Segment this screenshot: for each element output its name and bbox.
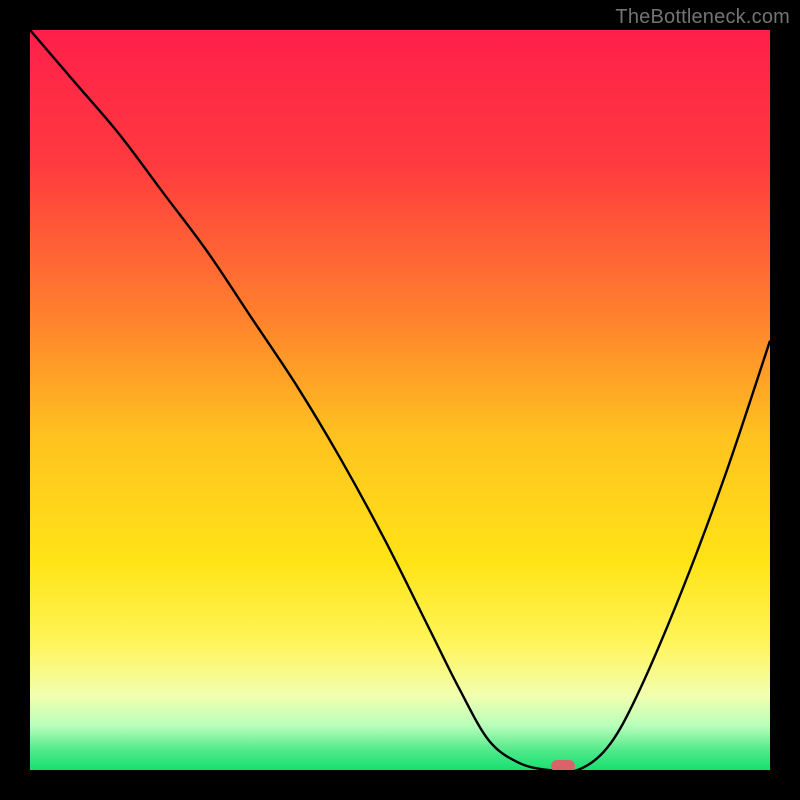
bottleneck-curve	[30, 30, 770, 770]
plot-area	[30, 30, 770, 770]
chart-frame: TheBottleneck.com	[0, 0, 800, 800]
optimal-marker	[551, 760, 575, 770]
watermark-text: TheBottleneck.com	[615, 6, 790, 29]
